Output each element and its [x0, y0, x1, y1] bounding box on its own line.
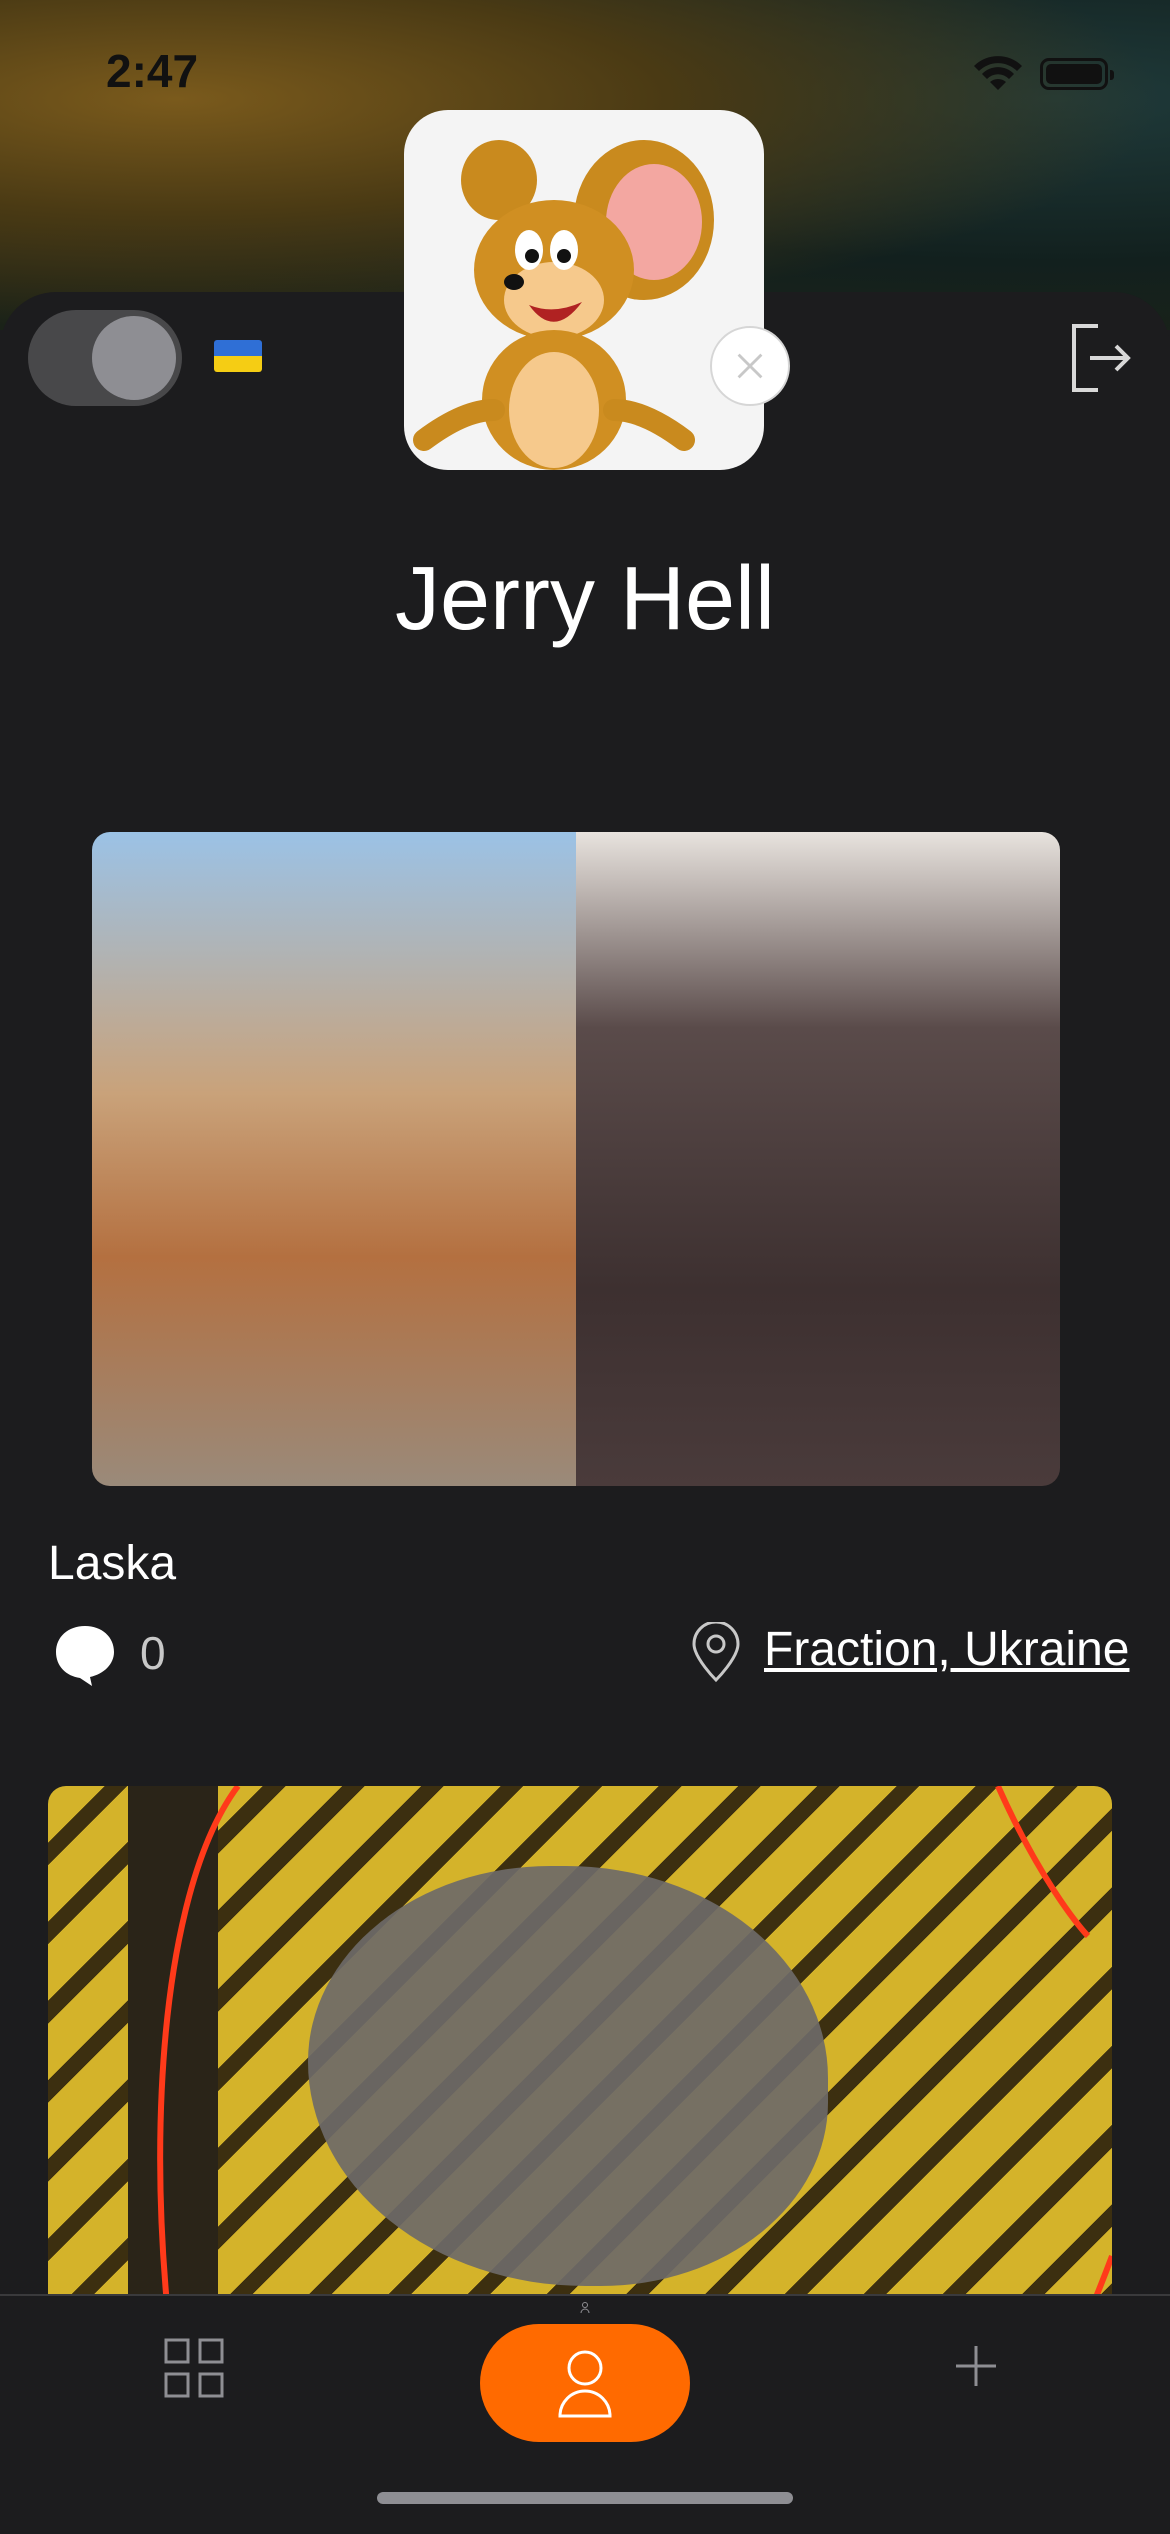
post-image-left	[92, 832, 576, 1486]
theme-toggle[interactable]	[28, 310, 182, 406]
profile-indicator-icon	[580, 2302, 590, 2314]
post-location-link[interactable]: Fraction, Ukraine	[764, 1622, 1129, 1677]
post-image[interactable]	[92, 832, 1060, 1486]
status-time: 2:47	[106, 45, 199, 97]
profile-icon	[558, 2350, 612, 2418]
ukraine-flag-icon[interactable]	[214, 340, 262, 372]
battery-icon	[1040, 58, 1114, 90]
profile-tab-button[interactable]	[480, 2324, 690, 2442]
profile-username: Jerry Hell	[394, 549, 776, 649]
home-indicator	[377, 2492, 793, 2504]
close-icon[interactable]	[710, 326, 790, 406]
post-image-right	[576, 832, 1060, 1486]
toggle-knob	[92, 316, 176, 400]
post-title: Laska	[48, 1537, 177, 1590]
avatar-image[interactable]	[404, 110, 764, 470]
comment-icon[interactable]	[52, 1622, 118, 1688]
comment-count: 0	[140, 1627, 166, 1679]
location-pin-icon	[692, 1622, 740, 1683]
plus-icon[interactable]	[954, 2344, 998, 2388]
grid-icon[interactable]	[164, 2338, 224, 2398]
wifi-icon	[974, 56, 1022, 90]
logout-icon[interactable]	[1068, 322, 1132, 394]
